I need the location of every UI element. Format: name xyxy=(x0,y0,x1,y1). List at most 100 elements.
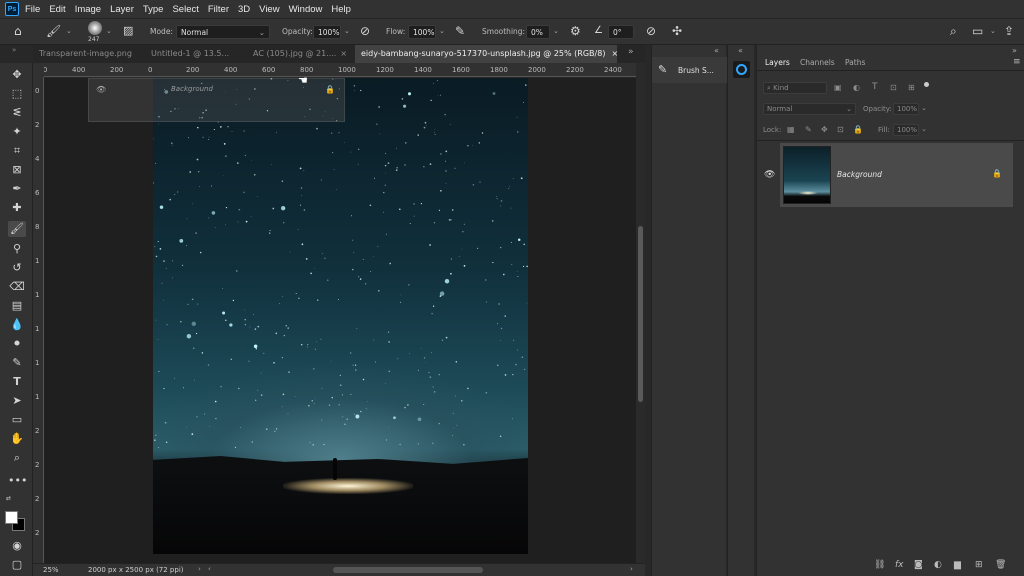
scroll-right-icon[interactable]: › xyxy=(630,565,633,573)
lasso-tool-icon[interactable]: ᓬ xyxy=(8,105,26,121)
eye-icon[interactable]: 👁 xyxy=(96,85,106,94)
swap-colors-icon[interactable]: ⇄ xyxy=(6,495,14,502)
type-tool-icon[interactable]: T xyxy=(8,374,26,390)
layer-filter-select[interactable]: ⌕ Kind xyxy=(763,82,827,94)
menu-file[interactable]: File xyxy=(25,4,40,15)
dodge-tool-icon[interactable]: ⚫ xyxy=(8,336,26,352)
blend-mode-select[interactable]: Normal ⌄ xyxy=(763,103,856,115)
eraser-tool-icon[interactable]: ⌫ xyxy=(8,279,26,295)
filter-type-icon[interactable]: T xyxy=(872,82,878,92)
marquee-tool-icon[interactable]: ⬚ xyxy=(8,86,26,102)
horizontal-scrollbar-thumb[interactable] xyxy=(333,567,483,573)
pen-tool-icon[interactable]: ✎ xyxy=(8,355,26,371)
filter-shape-icon[interactable]: ⊡ xyxy=(890,83,897,92)
healing-brush-tool-icon[interactable]: ✚ xyxy=(8,200,26,216)
quick-select-tool-icon[interactable]: ✦ xyxy=(8,124,26,140)
tab-channels[interactable]: Channels xyxy=(800,58,835,67)
filter-toggle[interactable] xyxy=(924,82,929,87)
chevron-down-icon[interactable]: ⌄ xyxy=(990,27,996,35)
filter-adjustment-icon[interactable]: ◐ xyxy=(853,83,860,92)
menu-image[interactable]: Image xyxy=(75,4,101,15)
document-canvas-image[interactable] xyxy=(153,78,528,554)
opacity-input[interactable]: 100% xyxy=(313,25,341,39)
menu-view[interactable]: View xyxy=(259,4,279,15)
rectangle-tool-icon[interactable]: ▭ xyxy=(8,412,26,428)
collapse-dock-icon[interactable]: « xyxy=(738,46,743,55)
clone-stamp-tool-icon[interactable]: ⚲ xyxy=(8,241,26,257)
layer-name[interactable]: Background xyxy=(837,170,882,179)
tab-paths[interactable]: Paths xyxy=(845,58,865,67)
scroll-left-icon[interactable]: ‹ xyxy=(208,565,211,573)
lock-position-icon[interactable]: ✥ xyxy=(821,125,828,134)
blur-tool-icon[interactable]: 💧 xyxy=(8,317,26,333)
more-tools-icon[interactable]: ••• xyxy=(8,473,27,489)
brush-settings-icon[interactable]: ▨ xyxy=(123,25,133,36)
home-icon[interactable]: ⌂ xyxy=(14,25,22,37)
learn-panel-button[interactable] xyxy=(733,61,750,78)
eyedropper-tool-icon[interactable]: ✒ xyxy=(8,181,26,197)
smoothing-input[interactable]: 0% xyxy=(526,25,550,39)
vertical-ruler[interactable]: 0 2 4 6 8 1 1 1 1 1 2 2 2 2 xyxy=(33,77,44,563)
menu-select[interactable]: Select xyxy=(172,4,198,15)
mode-select[interactable]: Normal ⌄ xyxy=(176,25,270,39)
ruler-origin[interactable] xyxy=(33,63,44,77)
vertical-scrollbar-thumb[interactable] xyxy=(638,226,643,402)
lock-pixels-icon[interactable]: ✎ xyxy=(805,125,812,134)
tab-layers[interactable]: Layers xyxy=(765,58,790,67)
brush-tool-icon[interactable]: 🖌 xyxy=(46,25,61,37)
history-brush-tool-icon[interactable]: ↺ xyxy=(8,260,26,276)
horizontal-ruler[interactable]: 8004002000200400600800100012001400160018… xyxy=(44,63,636,77)
menu-3d[interactable]: 3D xyxy=(238,4,250,15)
brush-preset-preview[interactable] xyxy=(88,21,102,35)
share-icon[interactable]: ⇪ xyxy=(1004,25,1014,37)
collapse-panel-icon[interactable]: » xyxy=(1012,46,1017,55)
crop-tool-icon[interactable]: ⌗ xyxy=(8,143,26,159)
airbrush-icon[interactable]: ✎ xyxy=(455,25,465,37)
lock-all-icon[interactable]: 🔒 xyxy=(853,125,863,134)
menu-window[interactable]: Window xyxy=(289,4,323,15)
tab-eidy-bambang[interactable]: eidy-bambang-sunaryo-517370-unsplash.jpg… xyxy=(355,45,618,63)
tab-untitled-1[interactable]: Untitled-1 @ 13.5... xyxy=(145,45,247,63)
add-mask-icon[interactable]: ◙ xyxy=(914,560,923,570)
layer-style-icon[interactable]: fx xyxy=(895,560,904,570)
workspace-icon[interactable]: ▭ xyxy=(972,25,983,37)
flow-input[interactable]: 100% xyxy=(408,25,436,39)
close-icon[interactable]: × xyxy=(340,49,347,58)
frame-tool-icon[interactable]: ⊠ xyxy=(8,162,26,178)
search-icon[interactable]: ⌕ xyxy=(950,25,957,37)
chevron-down-icon[interactable]: ⌄ xyxy=(66,27,72,35)
brush-tool-icon[interactable]: 🖌 xyxy=(8,221,26,237)
collapse-panels-icon[interactable]: » xyxy=(628,47,634,57)
chevron-down-icon[interactable]: ⌄ xyxy=(553,27,559,35)
menu-edit[interactable]: Edit xyxy=(49,4,65,15)
filter-smart-object-icon[interactable]: ⊞ xyxy=(908,83,915,92)
chevron-down-icon[interactable]: ⌄ xyxy=(921,125,927,133)
pressure-opacity-icon[interactable]: ⊘ xyxy=(360,25,370,37)
tab-transparent-image[interactable]: Transparent-image.png xyxy=(33,45,145,63)
zoom-tool-icon[interactable]: ⌕ xyxy=(8,450,26,466)
status-menu-chevron-icon[interactable]: › xyxy=(198,565,201,573)
path-select-tool-icon[interactable]: ➤ xyxy=(8,393,26,409)
menu-type[interactable]: Type xyxy=(143,4,164,15)
hand-tool-icon[interactable]: ✋ xyxy=(8,431,26,447)
delete-layer-icon[interactable]: 🗑 xyxy=(995,560,1006,570)
lock-icon[interactable]: 🔒 xyxy=(992,169,1002,178)
collapse-toolbar-icon[interactable]: » xyxy=(12,46,16,54)
move-tool-icon[interactable]: ✥ xyxy=(8,67,26,83)
screen-mode-icon[interactable]: ▢ xyxy=(8,557,26,573)
fill-input[interactable]: 100% xyxy=(893,124,919,136)
menu-filter[interactable]: Filter xyxy=(208,4,229,15)
quick-mask-icon[interactable]: ◉ xyxy=(8,538,26,554)
chevron-down-icon[interactable]: ⌄ xyxy=(439,27,445,35)
layer-thumbnail[interactable] xyxy=(783,146,831,204)
new-group-icon[interactable]: ▆ xyxy=(954,560,961,570)
new-layer-icon[interactable]: ⊞ xyxy=(975,560,983,570)
pressure-size-icon[interactable]: ⊘ xyxy=(646,25,656,37)
tab-ac-105[interactable]: AC (105).jpg @ 21.... × xyxy=(247,45,355,63)
zoom-level[interactable]: 25% xyxy=(43,566,59,574)
brush-settings-panel-button[interactable]: ✎ Brush S... xyxy=(652,57,727,83)
filter-pixel-icon[interactable]: ▣ xyxy=(834,83,842,92)
eye-icon[interactable]: 👁 xyxy=(764,170,775,180)
chevron-down-icon[interactable]: ⌄ xyxy=(921,104,927,112)
angle-input[interactable]: 0° xyxy=(608,25,634,39)
